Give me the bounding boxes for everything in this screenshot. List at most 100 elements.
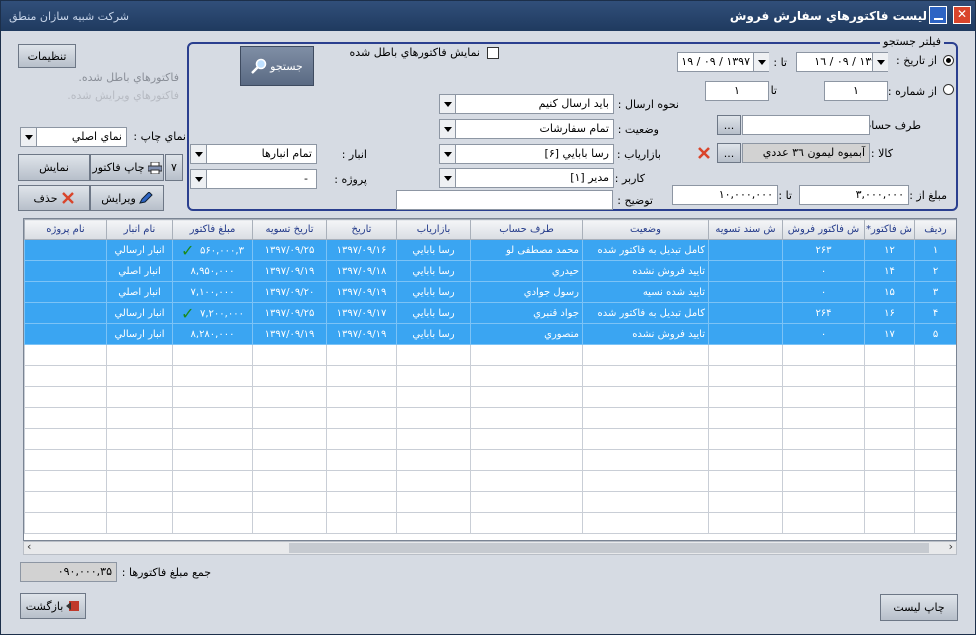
minimize-button[interactable] [929, 6, 947, 24]
empty-table-cell [470, 407, 583, 429]
empty-table-cell [470, 365, 583, 387]
empty-table-cell [914, 470, 956, 492]
chevron-down-icon[interactable] [753, 53, 769, 71]
table-row[interactable]: ٢ ١۴ ٠ تاييد فروش نشده حيدري رسا بابايي ١٣٩٧/٠… [24, 260, 956, 282]
show-cancelled-checkbox[interactable] [487, 47, 499, 59]
amount-from-field[interactable]: ٣,٠٠٠,٠٠٠ [799, 185, 909, 205]
search-button[interactable]: جستجو [240, 46, 314, 86]
print-count-button[interactable]: ٧ [165, 154, 183, 181]
column-header[interactable]: ش سند تسويه [708, 219, 783, 240]
chevron-down-icon[interactable] [440, 120, 456, 138]
amount-text: ٣,۵۶٠,٠٠٠ [200, 245, 244, 256]
empty-table-row[interactable] [24, 470, 956, 492]
empty-table-cell [252, 386, 327, 408]
scroll-left-icon[interactable]: ‹ [27, 540, 31, 553]
clear-goods-icon[interactable] [697, 146, 711, 163]
print-view-select[interactable]: نماي اصلي [20, 127, 127, 147]
table-row[interactable]: ٣ ١۵ ٠ تاييد شده نسيه رسول جوادي رسا بابايي ١٣… [24, 281, 956, 303]
close-button[interactable]: ✕ [953, 6, 971, 24]
empty-table-cell [172, 449, 253, 471]
to-number-field[interactable]: ١ [705, 81, 769, 101]
column-header[interactable]: ش فاكتور* [864, 219, 915, 240]
empty-table-cell [326, 365, 397, 387]
from-number-field[interactable]: ١ [824, 81, 888, 101]
chevron-down-icon[interactable] [21, 128, 37, 146]
window-title: ليست فاكتورهاي سفارش فروش [729, 9, 927, 23]
empty-table-row[interactable] [24, 386, 956, 408]
empty-table-cell [864, 470, 915, 492]
empty-table-row[interactable] [24, 449, 956, 471]
account-field[interactable] [742, 115, 870, 135]
settings-button[interactable]: تنظيمات [18, 44, 76, 68]
scroll-right-icon[interactable]: › [949, 540, 953, 553]
empty-table-cell [24, 344, 107, 366]
scrollbar-thumb[interactable] [289, 543, 929, 553]
empty-table-row[interactable] [24, 512, 956, 534]
back-button[interactable]: بازگشت [20, 593, 86, 619]
project-select[interactable]: - [190, 169, 317, 189]
description-field[interactable] [396, 190, 613, 210]
column-header[interactable]: نام انبار [106, 219, 173, 240]
edit-button[interactable]: ويرايش [90, 185, 164, 211]
shipping-label: نحوه ارسال : [617, 98, 679, 111]
date-radio[interactable] [943, 55, 954, 66]
warehouse-select[interactable]: تمام انبارها [190, 144, 317, 164]
table-row[interactable]: ۴ ١۶ ٢۶۴ كامل تبديل به فاكتور شده جواد قنبري… [24, 302, 956, 324]
chevron-down-icon[interactable] [440, 95, 456, 113]
goods-field[interactable]: آبميوه ليمون ٣٦ عددي [742, 143, 870, 163]
column-header[interactable]: بازارياب [396, 219, 471, 240]
invoices-table[interactable]: رديف ش فاكتور* ش فاكتور فروش ش سند تسويه وضع… [23, 218, 957, 541]
shipping-select[interactable]: بايد ارسال كنيم [439, 94, 614, 114]
empty-table-cell [326, 428, 397, 450]
from-date-select[interactable]: ١٣٩٧ / ٠٩ / ١٦ [796, 52, 888, 72]
column-header[interactable]: مبلغ فاكتور [172, 219, 253, 240]
show-button[interactable]: نمايش [18, 154, 90, 181]
empty-table-cell [782, 491, 865, 513]
column-header[interactable]: طرف حساب [470, 219, 583, 240]
column-header[interactable]: وضعيت [582, 219, 709, 240]
title-bar[interactable]: ✕ ليست فاكتورهاي سفارش فروش شركت شبيه سا… [1, 1, 975, 31]
table-row[interactable]: ١ ١٢ ٢۶٣ كامل تبديل به فاكتور شده محمد مصطفى… [24, 239, 956, 261]
to-date-select[interactable]: ١٣٩٧ / ٠٩ / ١٩ [677, 52, 769, 72]
empty-table-cell [396, 470, 471, 492]
empty-table-cell [396, 491, 471, 513]
account-browse-button[interactable]: ... [717, 115, 741, 135]
marketer-select[interactable]: رسا بابايي [۶] [439, 144, 614, 164]
empty-table-row[interactable] [24, 344, 956, 366]
empty-table-cell [782, 470, 865, 492]
empty-table-cell [864, 344, 915, 366]
status-select[interactable]: تمام سفارشات [439, 119, 614, 139]
chevron-down-icon[interactable] [191, 170, 207, 188]
empty-table-row[interactable] [24, 407, 956, 429]
column-header[interactable]: رديف [914, 219, 956, 240]
horizontal-scrollbar[interactable]: ‹ › [23, 540, 957, 555]
column-header[interactable]: ش فاكتور فروش [782, 219, 865, 240]
chevron-down-icon[interactable] [191, 145, 207, 163]
empty-table-row[interactable] [24, 428, 956, 450]
empty-table-row[interactable] [24, 365, 956, 387]
empty-table-cell [396, 428, 471, 450]
number-radio[interactable] [943, 84, 954, 95]
amount-to-field[interactable]: ١٠,٠٠٠,٠٠٠ [672, 185, 778, 205]
column-header[interactable]: تاريخ تسويه [252, 219, 327, 240]
delete-button[interactable]: حذف [18, 185, 90, 211]
empty-table-row[interactable] [24, 491, 956, 513]
empty-table-cell [172, 428, 253, 450]
chevron-down-icon[interactable] [440, 169, 456, 187]
user-select[interactable]: مدير [١] [439, 168, 614, 188]
back-arrow-icon [66, 600, 80, 612]
table-cell-sale: ٢۶٣ [782, 239, 865, 261]
empty-table-cell [24, 449, 107, 471]
table-cell-marketer: رسا بابايي [396, 239, 471, 261]
table-cell-settle: ١٣٩٧/٠٩/١٩ [252, 323, 327, 345]
chevron-down-icon[interactable] [872, 53, 888, 71]
empty-table-cell [326, 344, 397, 366]
column-header[interactable]: نام پروژه [24, 219, 107, 240]
print-invoice-button[interactable]: چاپ فاكتور [90, 154, 164, 181]
chevron-down-icon[interactable] [440, 145, 456, 163]
print-list-button[interactable]: چاپ ليست [880, 594, 958, 621]
column-header[interactable]: تاريخ [326, 219, 397, 240]
goods-browse-button[interactable]: ... [717, 143, 741, 163]
empty-table-cell [782, 512, 865, 534]
table-row[interactable]: ۵ ١٧ ٠ تاييد فروش نشده منصوري رسا بابايي ١٣٩٧/… [24, 323, 956, 345]
